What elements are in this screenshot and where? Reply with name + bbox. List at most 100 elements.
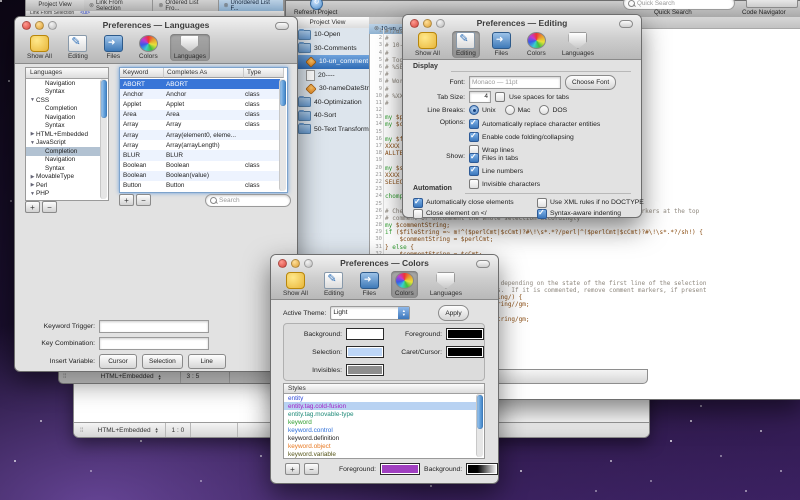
caret-cursor-color-well[interactable] <box>446 346 484 358</box>
check-files-in-tabs[interactable]: Files in tabs <box>469 153 540 163</box>
use-spaces-checkbox[interactable] <box>495 92 505 102</box>
toolbar-item-languages[interactable]: Languages <box>170 34 210 61</box>
checkbox[interactable] <box>537 198 547 208</box>
toolbar-item-editing[interactable]: Editing <box>320 271 348 298</box>
disclosure-right-icon[interactable]: ▶ <box>29 182 36 188</box>
table-row[interactable]: BooleanBooleanclass <box>120 161 280 171</box>
checkbox[interactable] <box>469 119 479 129</box>
disclosure-down-icon[interactable]: ▼ <box>29 140 36 146</box>
toolbar-item-colors[interactable]: Colors <box>523 31 550 58</box>
sidebar-header[interactable]: Languages <box>26 68 108 79</box>
style-item-entity-tag-cold-fusion[interactable]: entity.tag.cold-fusion <box>284 402 477 410</box>
checkbox[interactable] <box>469 153 479 163</box>
toolbar-item-colors[interactable]: Colors <box>391 271 418 298</box>
style-item-keyword-control[interactable]: keyword.control <box>284 426 477 434</box>
checkbox[interactable] <box>469 132 479 142</box>
toolbar-collapse-button[interactable] <box>619 20 633 28</box>
tab-size-input[interactable]: 4 <box>469 91 491 103</box>
close-tab-icon[interactable]: ⊗ <box>224 2 229 9</box>
tree-item-10-un-comment[interactable]: 10-un_comment <box>286 55 369 69</box>
radio-unix[interactable] <box>469 105 479 115</box>
remove-style-button[interactable]: − <box>304 463 319 475</box>
style-item-keyword[interactable]: keyword <box>284 418 477 426</box>
toolbar-collapse-button[interactable] <box>476 260 490 268</box>
apply-button[interactable]: Apply <box>438 305 468 321</box>
check-syntax-aware-indenting[interactable]: Syntax-aware indenting <box>537 209 644 219</box>
styles-header[interactable]: Styles <box>284 384 484 394</box>
style-foreground-well[interactable] <box>380 463 420 475</box>
background-color-well[interactable] <box>346 328 384 340</box>
check-automatically-replace-character-entities[interactable]: Automatically replace character entities <box>469 119 600 129</box>
disclosure-down-icon[interactable]: ▼ <box>29 97 36 103</box>
project-view-toolbar-label[interactable]: Project View <box>26 0 85 11</box>
toolbar-collapse-button[interactable] <box>275 22 289 30</box>
language-popup[interactable]: HTML+Embedded <box>101 373 154 380</box>
check-close-element-on[interactable]: Close element on </ <box>413 209 537 219</box>
selection-color-well[interactable] <box>346 346 384 358</box>
table-row[interactable]: ABORTABORT <box>120 79 280 89</box>
language-item-syntax[interactable]: Syntax <box>26 122 101 131</box>
column-header-type[interactable]: Type <box>244 68 284 78</box>
drag-grip-icon[interactable]: ⁞⁞ <box>63 373 67 380</box>
language-item-navigation[interactable]: Navigation <box>26 79 101 88</box>
toolbar-item-files[interactable]: Files <box>356 271 383 298</box>
document-tab-unordered-list-f[interactable]: ⊗Unordered List F... <box>219 0 284 11</box>
disclosure-down-icon[interactable]: ▼ <box>29 191 36 197</box>
tree-item-50-text-transform[interactable]: ▶50-Text Transform... <box>286 123 369 137</box>
radio-mac[interactable] <box>505 105 515 115</box>
disclosure-right-icon[interactable]: ▶ <box>29 131 36 137</box>
table-row[interactable]: BLURBLUR <box>120 150 280 160</box>
toolbar-item-files[interactable]: Files <box>100 34 127 61</box>
radio-dos[interactable] <box>539 105 549 115</box>
disclosure-right-icon[interactable]: ▶ <box>29 174 36 180</box>
style-item-entity-tag-movable-type[interactable]: entity.tag.movable-type <box>284 410 477 418</box>
check-enable-code-folding-collapsing[interactable]: Enable code folding/collapsing <box>469 132 600 142</box>
document-tab-ordered-list-fro[interactable]: ⊗Ordered List Fro... <box>153 0 218 11</box>
style-background-well[interactable] <box>466 463 498 475</box>
checkbox[interactable] <box>469 166 479 176</box>
language-item-php[interactable]: ▼PHP <box>26 190 101 199</box>
check-use-xml-rules-if-no-doctype[interactable]: Use XML rules if no DOCTYPE <box>537 198 644 208</box>
language-item-syntax[interactable]: Syntax <box>26 88 101 97</box>
invisibles-color-well[interactable] <box>346 364 384 376</box>
toolbar-item-show-all[interactable]: Show All <box>411 31 444 58</box>
key-combination-input[interactable] <box>99 337 209 350</box>
toolbar-item-colors[interactable]: Colors <box>135 34 162 61</box>
check-automatically-close-elements[interactable]: Automatically close elements <box>413 198 537 208</box>
language-item-css[interactable]: ▼CSS <box>26 96 101 105</box>
completions-search-field[interactable]: Search <box>205 194 291 207</box>
active-theme-popup[interactable]: Light ▲▼ <box>330 306 410 320</box>
table-row[interactable]: ArrayArray(arrayLength) <box>120 140 280 150</box>
selection-button[interactable]: Selection <box>142 354 183 369</box>
document-tab-link-from-selection[interactable]: ⊗Link From Selection <box>84 0 153 11</box>
sidebar-scrollbar[interactable] <box>100 79 107 199</box>
language-item-completion[interactable]: Completion <box>26 147 101 156</box>
line-button[interactable]: Line <box>188 354 226 369</box>
toolbar-item-languages[interactable]: Languages <box>426 271 466 298</box>
drag-grip-icon[interactable]: ⁞⁞ <box>80 427 84 434</box>
popup-stepper-icon[interactable]: ▲▼ <box>158 374 162 380</box>
language-item-syntax[interactable]: Syntax <box>26 164 101 173</box>
remove-completion-button[interactable]: − <box>136 194 151 206</box>
styles-scrollbar[interactable] <box>476 394 483 457</box>
toolbar-item-show-all[interactable]: Show All <box>279 271 312 298</box>
popup-stepper-icon[interactable]: ▲▼ <box>155 427 159 433</box>
language-item-movabletype[interactable]: ▶MovableType <box>26 173 101 182</box>
toolbar-item-editing[interactable]: Editing <box>64 34 92 61</box>
tree-item-10-open[interactable]: ▶10-Open <box>286 28 369 42</box>
style-item-entity[interactable]: entity <box>284 394 477 402</box>
language-item-javascript[interactable]: ▼JavaScript <box>26 139 101 148</box>
foreground-color-well[interactable] <box>446 328 484 340</box>
choose-font-button[interactable]: Choose Font <box>565 75 616 90</box>
language-item-navigation[interactable]: Navigation <box>26 156 101 165</box>
close-tab-icon[interactable]: ⊗ <box>158 2 163 9</box>
table-row[interactable]: AppletAppletclass <box>120 99 280 109</box>
language-item-perl[interactable]: ▶Perl <box>26 181 101 190</box>
table-row[interactable]: AnchorAnchorclass <box>120 89 280 99</box>
cursor-button[interactable]: Cursor <box>99 354 137 369</box>
table-row[interactable]: ButtonButtonclass <box>120 181 280 191</box>
table-row[interactable]: ArrayArrayclass <box>120 120 280 130</box>
line-break-option-unix[interactable]: Unix <box>469 105 496 115</box>
language-item-completion[interactable]: Completion <box>26 105 101 114</box>
toolbar-item-languages[interactable]: Languages <box>558 31 598 58</box>
